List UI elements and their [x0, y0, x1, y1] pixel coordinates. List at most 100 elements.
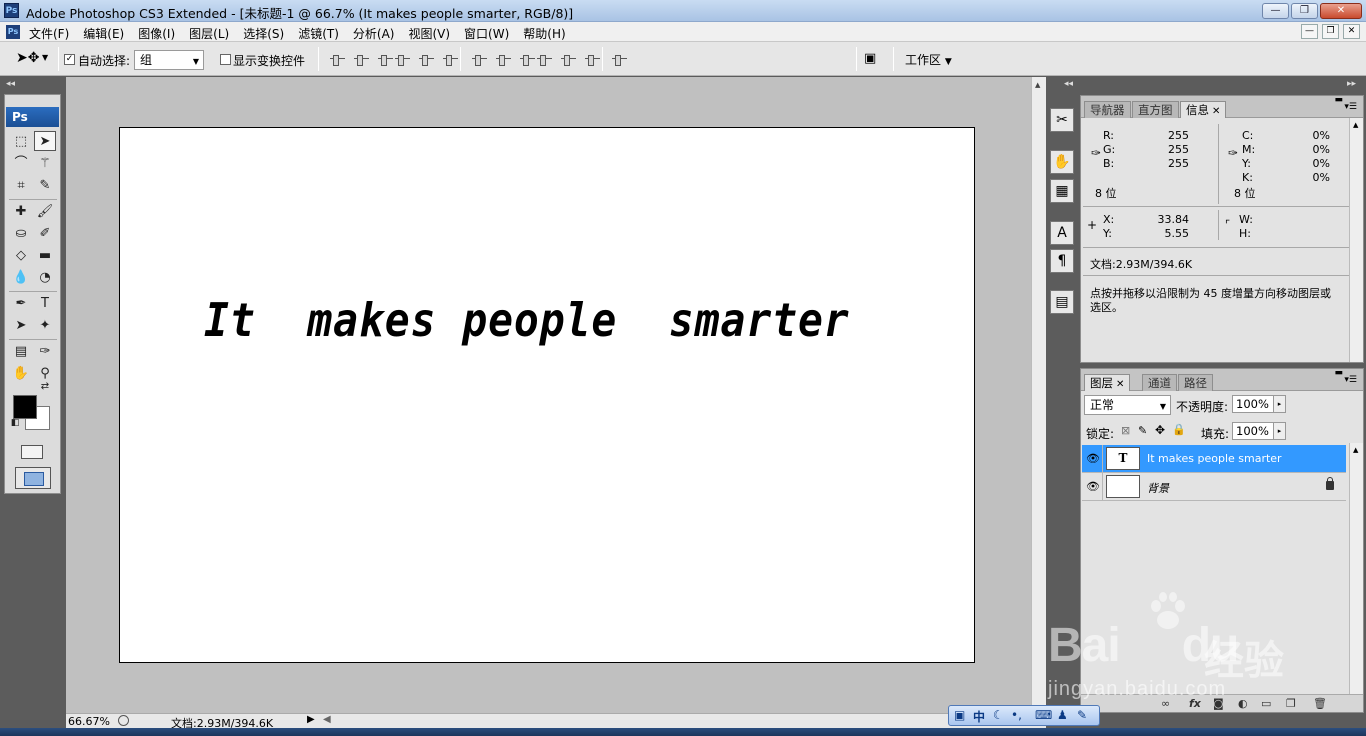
collapse-arrows-icon[interactable]: ◂◂ — [6, 79, 15, 89]
lock-position-icon[interactable]: ✥ — [1155, 423, 1165, 437]
scroll-up-icon[interactable]: ▲ — [1035, 81, 1040, 89]
align-right-icon[interactable] — [443, 54, 458, 66]
quick-mask-button[interactable] — [21, 445, 43, 459]
minimize-button[interactable]: — — [1262, 3, 1289, 19]
move-tool-preset-icon[interactable]: ➤✥ — [16, 50, 39, 66]
scroll-up-icon[interactable]: ▲ — [1353, 121, 1358, 129]
tab-info[interactable]: 信息 ✕ — [1180, 101, 1227, 118]
lasso-tool-icon[interactable]: ⌒ — [10, 154, 32, 174]
swap-colors-icon[interactable]: ⇄ — [38, 381, 52, 393]
layer-name[interactable]: 背景 — [1147, 480, 1169, 496]
fill-input[interactable]: 100% — [1232, 422, 1278, 440]
chevron-down-icon[interactable]: ▼ — [42, 53, 48, 62]
adjustment-layer-icon[interactable]: ◐ — [1238, 697, 1248, 710]
close-button[interactable]: ✕ — [1320, 3, 1362, 19]
minimize-panel-icon[interactable]: ▬ — [1334, 368, 1343, 378]
align-hcenter-icon[interactable] — [419, 54, 434, 66]
vertical-scrollbar[interactable]: ▲ — [1031, 77, 1046, 713]
brush-tool-icon[interactable]: 🖌 — [34, 202, 56, 222]
layer-mask-icon[interactable]: ◙ — [1213, 697, 1224, 710]
scroll-up-icon[interactable]: ▲ — [1353, 446, 1358, 454]
screen-mode-button[interactable] — [15, 467, 51, 489]
menu-analysis[interactable]: 分析(A) — [353, 25, 395, 42]
clone-source-icon[interactable]: ▦ — [1050, 179, 1074, 203]
menu-image[interactable]: 图像(I) — [138, 25, 175, 42]
move-tool-icon[interactable]: ➤ — [34, 131, 56, 151]
paragraph-panel-icon[interactable]: ¶ — [1050, 249, 1074, 273]
blur-tool-icon[interactable]: 💧 — [10, 268, 32, 288]
distribute-left-icon[interactable] — [537, 54, 552, 66]
panel-menu-icon[interactable]: ▾☰ — [1344, 102, 1357, 112]
menu-window[interactable]: 窗口(W) — [464, 25, 509, 42]
layer-name[interactable]: It makes people smarter — [1147, 452, 1282, 465]
ime-logo-icon[interactable]: ▣ — [954, 708, 965, 722]
trash-icon[interactable]: 🗑 — [1313, 697, 1327, 710]
opacity-input[interactable]: 100% — [1232, 395, 1278, 413]
hand-tool-icon[interactable]: ✋ — [10, 364, 32, 384]
auto-select-checkbox[interactable]: ✓ — [64, 54, 75, 65]
eye-icon[interactable]: 👁 — [1086, 480, 1100, 493]
keyboard-icon[interactable]: ⌨ — [1035, 708, 1052, 722]
gradient-tool-icon[interactable]: ▬ — [34, 246, 56, 266]
slice-tool-icon[interactable]: ✎ — [34, 176, 56, 196]
eye-icon[interactable]: 👁 — [1086, 452, 1100, 465]
new-layer-icon[interactable]: ❐ — [1286, 697, 1296, 710]
canvas-text-layer[interactable]: It makes people smarter — [204, 293, 850, 347]
expand-arrows-icon[interactable]: ▸▸ — [1347, 79, 1356, 89]
distribute-bottom-icon[interactable] — [520, 54, 535, 66]
eyedropper-tool-icon[interactable]: ✑ — [34, 342, 56, 362]
clone-stamp-icon[interactable]: ⛀ — [10, 224, 32, 244]
lock-all-icon[interactable]: 🔒 — [1172, 423, 1186, 436]
tab-channels[interactable]: 通道 — [1142, 374, 1177, 391]
tab-paths[interactable]: 路径 — [1178, 374, 1213, 391]
panel-menu-icon[interactable]: ▾☰ — [1344, 375, 1357, 385]
eraser-tool-icon[interactable]: ◇ — [10, 246, 32, 266]
align-vcenter-icon[interactable] — [354, 54, 369, 66]
wrench-icon[interactable]: ✎ — [1077, 708, 1087, 722]
tool-presets-icon[interactable]: ✂ — [1050, 108, 1074, 132]
auto-select-dropdown[interactable]: 组 ▼ — [134, 50, 204, 70]
dodge-tool-icon[interactable]: ◔ — [34, 268, 56, 288]
fill-slider-button[interactable]: ▸ — [1273, 422, 1286, 440]
workspace-menu-button[interactable]: 工作区 ▼ — [905, 51, 952, 68]
align-bottom-icon[interactable] — [378, 54, 393, 66]
tab-layers[interactable]: 图层 ✕ — [1084, 374, 1131, 391]
magic-wand-tool-icon[interactable]: ⚚ — [34, 154, 56, 174]
minimize-panel-icon[interactable]: ▬ — [1334, 95, 1343, 105]
layer-comps-icon[interactable]: ▤ — [1050, 290, 1074, 314]
pen-tool-icon[interactable]: ✒ — [10, 294, 32, 314]
tab-navigator[interactable]: 导航器 — [1084, 101, 1131, 118]
zoom-preview-icon[interactable] — [118, 715, 129, 726]
user-icon[interactable]: ♟ — [1057, 708, 1068, 722]
status-menu-icon[interactable]: ▶ — [307, 714, 315, 725]
path-selection-icon[interactable]: ➤ — [10, 316, 32, 336]
menu-file[interactable]: 文件(F) — [29, 25, 69, 42]
lock-transparent-icon[interactable]: ⊠ — [1121, 424, 1130, 437]
doc-restore-button[interactable]: ❐ — [1322, 24, 1339, 39]
document-canvas[interactable]: It makes people smarter — [119, 127, 975, 663]
blend-mode-dropdown[interactable]: 正常 ▼ — [1084, 395, 1171, 415]
tab-histogram[interactable]: 直方图 — [1132, 101, 1179, 118]
healing-brush-icon[interactable]: ✚ — [10, 202, 32, 222]
layers-scrollbar[interactable]: ▲ — [1349, 443, 1363, 694]
menu-layer[interactable]: 图层(L) — [189, 25, 229, 42]
distribute-vcenter-icon[interactable] — [496, 54, 511, 66]
app-menu-icon[interactable]: Ps — [6, 25, 20, 39]
zoom-level[interactable]: 66.67% — [68, 715, 110, 728]
ime-toolbar[interactable]: ▣ 中 ☾ •, ⌨ ♟ ✎ — [948, 705, 1100, 726]
menu-view[interactable]: 视图(V) — [408, 25, 450, 42]
character-panel-icon[interactable]: A — [1050, 221, 1074, 245]
link-layers-icon[interactable]: ∞ — [1161, 697, 1170, 710]
marquee-tool-icon[interactable]: ⬚ — [10, 132, 32, 152]
auto-align-layers-icon[interactable] — [612, 54, 627, 66]
distribute-right-icon[interactable] — [585, 54, 600, 66]
show-transform-checkbox[interactable] — [220, 54, 231, 65]
lock-pixels-icon[interactable]: ✎ — [1138, 424, 1147, 437]
ime-mode[interactable]: 中 — [973, 708, 985, 725]
menu-select[interactable]: 选择(S) — [243, 25, 284, 42]
new-group-icon[interactable]: ▭ — [1261, 697, 1271, 710]
moon-icon[interactable]: ☾ — [993, 708, 1004, 722]
layer-row-background[interactable]: 👁 背景 — [1082, 473, 1346, 501]
punctuation-icon[interactable]: •, — [1011, 708, 1022, 722]
close-icon[interactable]: ✕ — [1212, 106, 1220, 117]
